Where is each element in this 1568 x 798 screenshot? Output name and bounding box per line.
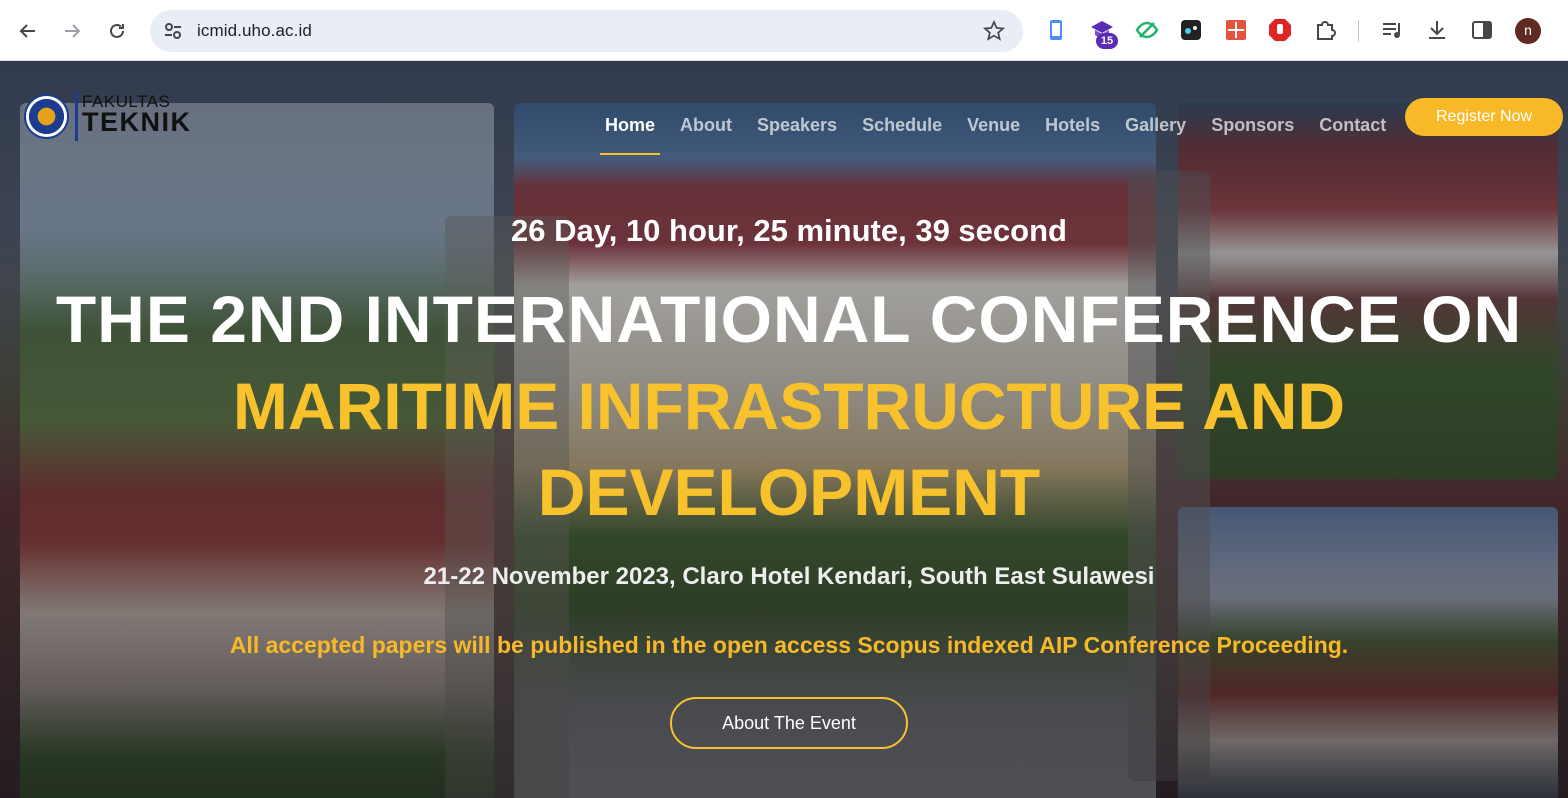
address-bar[interactable]: icmid.uho.ac.id [150, 10, 1023, 52]
toolbar-separator [1358, 20, 1359, 42]
site-logo[interactable]: FAKULTAS TEKNIK [22, 91, 222, 145]
bookmark-star-icon[interactable] [983, 20, 1005, 42]
reload-icon [110, 23, 124, 38]
back-button[interactable] [12, 15, 44, 47]
extension-stop-hand-icon[interactable] [1268, 18, 1292, 42]
media-queue-icon[interactable] [1381, 18, 1405, 42]
nav-home[interactable]: Home [599, 115, 661, 155]
download-icon[interactable] [1425, 18, 1449, 42]
side-panel-icon[interactable] [1470, 18, 1494, 42]
nav-about[interactable]: About [680, 115, 732, 136]
nav-sponsors[interactable]: Sponsors [1211, 115, 1294, 136]
arrow-left-icon [19, 24, 35, 38]
arrow-right-icon [65, 24, 81, 38]
extension-grid-icon[interactable] [1224, 18, 1248, 42]
nav-hotels[interactable]: Hotels [1045, 115, 1100, 136]
site-settings-icon[interactable] [162, 20, 184, 42]
main-nav: Home About Speakers Schedule Venue Hotel… [599, 105, 1411, 155]
forward-button[interactable] [56, 15, 88, 47]
hero-title-line1: THE 2ND INTERNATIONAL CONFERENCE ON [55, 282, 1523, 356]
event-dates-venue: 21-22 November 2023, Claro Hotel Kendari… [423, 563, 1155, 590]
extension-gamepad-icon[interactable] [1179, 18, 1203, 42]
nav-contact[interactable]: Contact [1319, 115, 1386, 136]
extension-eye-slash-icon[interactable] [1135, 18, 1159, 42]
logo-divider [75, 91, 78, 141]
nav-speakers[interactable]: Speakers [757, 115, 837, 136]
countdown-timer: 26 Day, 10 hour, 25 minute, 39 second [511, 213, 1067, 248]
hero-section: FAKULTAS TEKNIK Home About Speakers Sche… [0, 61, 1568, 798]
publication-notice: All accepted papers will be published in… [229, 632, 1349, 658]
extension-phone-icon[interactable] [1044, 18, 1068, 42]
extensions-puzzle-icon[interactable] [1313, 18, 1337, 42]
browser-toolbar: icmid.uho.ac.id 15 n [0, 0, 1568, 61]
logo-line2: TEKNIK [82, 107, 192, 137]
about-event-button[interactable]: About The Event [670, 697, 908, 749]
extension-badge: 15 [1096, 33, 1118, 49]
profile-avatar[interactable]: n [1515, 18, 1541, 44]
nav-venue[interactable]: Venue [967, 115, 1020, 136]
university-emblem-icon [24, 94, 69, 139]
nav-schedule[interactable]: Schedule [862, 115, 942, 136]
nav-gallery[interactable]: Gallery [1125, 115, 1186, 136]
reload-button[interactable] [101, 15, 133, 47]
hero-title-line2: MARITIME INFRASTRUCTURE AND DEVELOPMENT [232, 369, 1346, 529]
register-now-button[interactable]: Register Now [1405, 98, 1563, 136]
url-text[interactable]: icmid.uho.ac.id [197, 21, 312, 41]
